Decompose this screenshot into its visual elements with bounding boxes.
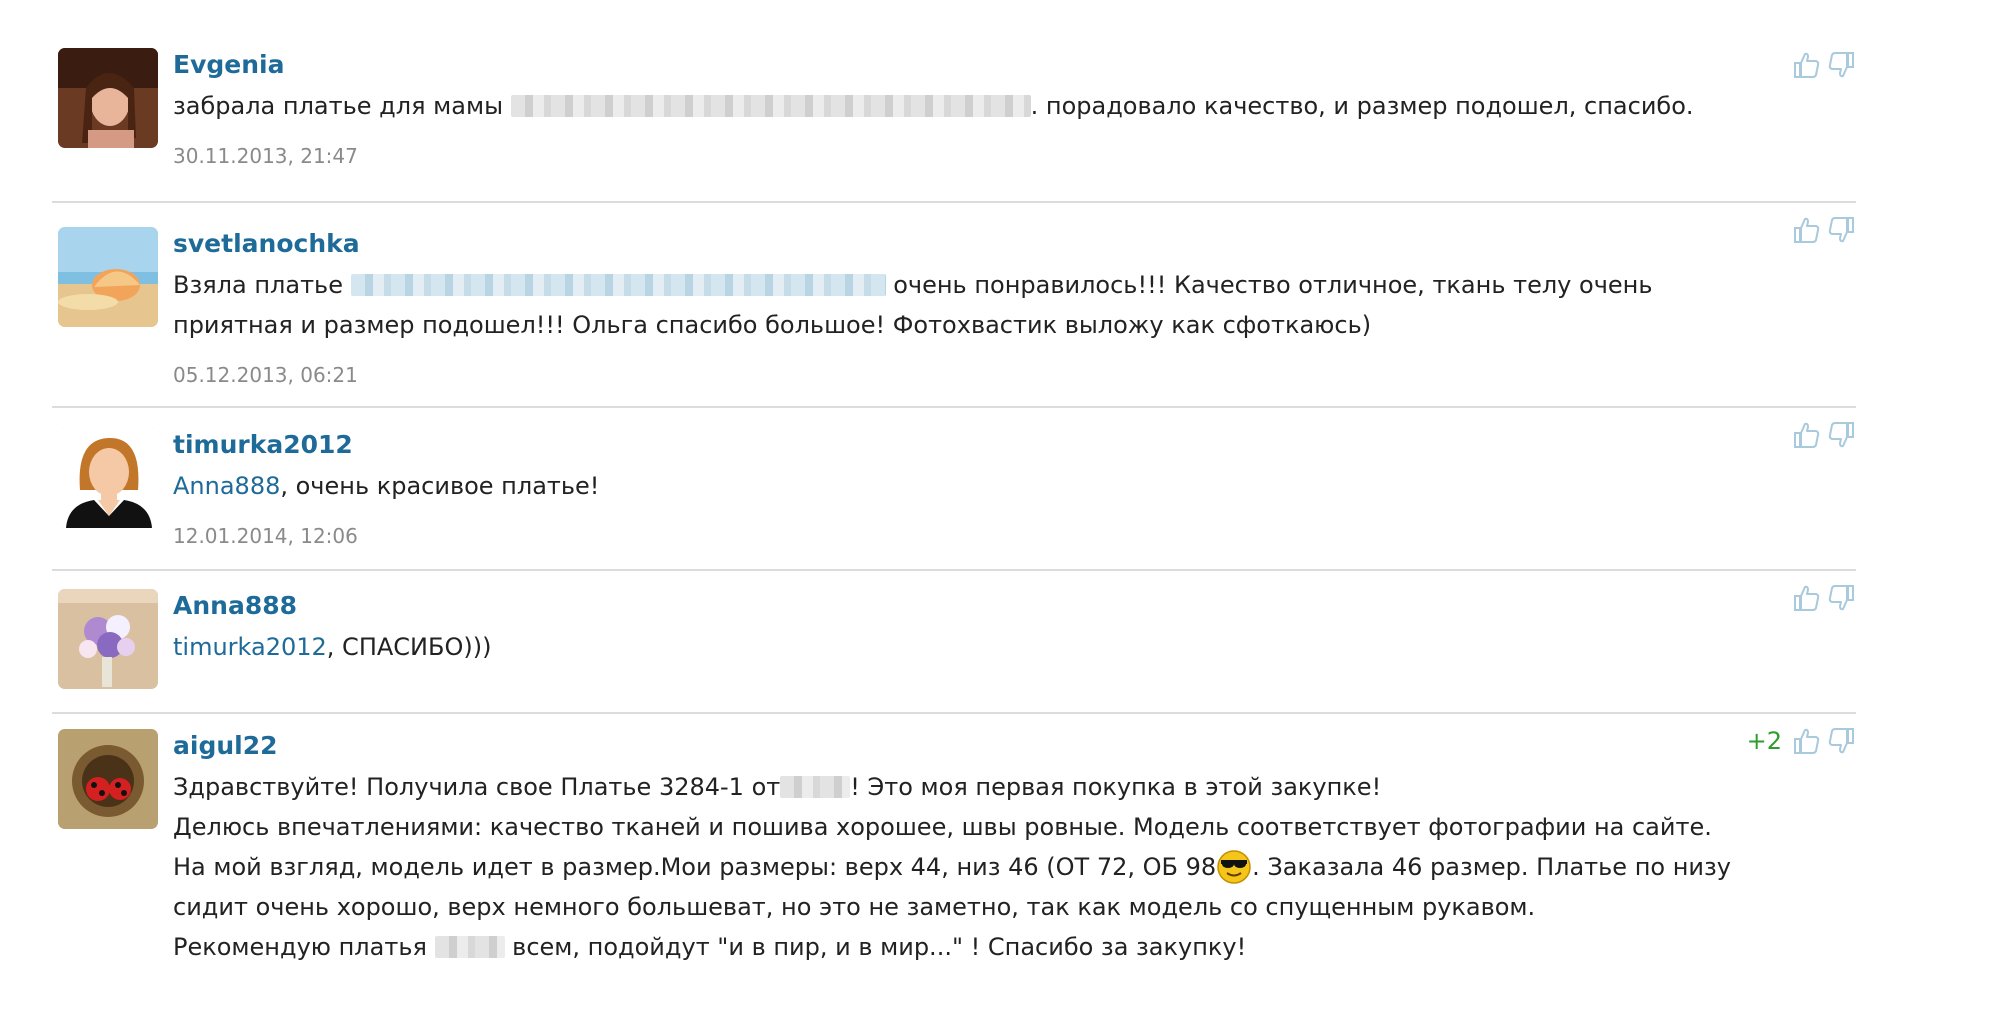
comment-text-fragment: . порадовало качество, и размер подошел,…: [1030, 92, 1694, 120]
vote-controls: [1792, 215, 1856, 245]
comment-text: Здравствуйте! Получила свое Платье 3284-…: [173, 767, 1733, 967]
thumbs-up-icon[interactable]: [1792, 583, 1822, 613]
author-name[interactable]: svetlanochka: [173, 229, 1856, 259]
comment-item: Evgenia забрала платье для мамы . порадов…: [52, 38, 1856, 203]
thumbs-down-icon[interactable]: [1826, 215, 1856, 245]
comment-text-fragment: На мой взгляд, модель идет в размер.Мои …: [173, 853, 1217, 881]
vote-controls: [1792, 420, 1856, 450]
mention-link[interactable]: timurka2012: [173, 633, 327, 661]
avatar[interactable]: [58, 48, 158, 148]
redacted-text: [780, 776, 851, 798]
redacted-text: [350, 274, 886, 296]
redacted-text: [434, 936, 505, 958]
thumbs-up-icon[interactable]: [1792, 215, 1822, 245]
comment-text-fragment: всем, подойдут "и в пир, и в мир..." ! С…: [504, 933, 1247, 961]
comment-date: 05.12.2013, 06:21: [173, 363, 358, 387]
vote-controls: [1792, 583, 1856, 613]
comments-list: Evgenia забрала платье для мамы . порадов…: [52, 38, 1856, 974]
comment-text-fragment: Здравствуйте! Получила свое Платье 3284-…: [173, 773, 781, 801]
vote-controls: [1792, 50, 1856, 80]
thumbs-down-icon[interactable]: [1826, 726, 1856, 756]
thumbs-up-icon[interactable]: [1792, 420, 1822, 450]
thumbs-down-icon[interactable]: [1826, 583, 1856, 613]
comment-text-fragment: забрала платье для мамы: [173, 92, 511, 120]
vote-score: +2: [1746, 727, 1782, 755]
comment-item: timurka2012 Anna888, очень красивое плать…: [52, 408, 1856, 571]
thumbs-down-icon[interactable]: [1826, 420, 1856, 450]
author-name[interactable]: aigul22: [173, 731, 1856, 761]
author-name[interactable]: timurka2012: [173, 430, 1856, 460]
comment-text-fragment: Взяла платье: [173, 271, 351, 299]
comment-item: Anna888 timurka2012, СПАСИБО))): [52, 571, 1856, 714]
comment-text-fragment: Делюсь впечатлениями: качество тканей и …: [173, 813, 1712, 841]
comment-item: svetlanochka Взяла платье очень понравило…: [52, 203, 1856, 408]
avatar[interactable]: [58, 227, 158, 327]
comment-item: aigul22 Здравствуйте! Получила свое Плать…: [52, 714, 1856, 974]
comment-text: Anna888, очень красивое платье!: [173, 466, 1733, 506]
thumbs-up-icon[interactable]: [1792, 50, 1822, 80]
comment-text-fragment: Рекомендую платья: [173, 933, 435, 961]
cool-smiley-icon: [1216, 849, 1252, 885]
avatar[interactable]: [58, 428, 158, 528]
author-name[interactable]: Evgenia: [173, 50, 1856, 80]
mention-link[interactable]: Anna888: [173, 472, 280, 500]
redacted-text: [510, 95, 1031, 117]
comment-text-fragment: ! Это моя первая покупка в этой закупке!: [850, 773, 1382, 801]
comment-text: забрала платье для мамы . порадовало кач…: [173, 86, 1733, 126]
comment-date: 12.01.2014, 12:06: [173, 524, 358, 548]
avatar[interactable]: [58, 589, 158, 689]
thumbs-up-icon[interactable]: [1792, 726, 1822, 756]
author-name[interactable]: Anna888: [173, 591, 1856, 621]
thumbs-down-icon[interactable]: [1826, 50, 1856, 80]
comment-date: 30.11.2013, 21:47: [173, 144, 358, 168]
comment-text: Взяла платье очень понравилось!!! Качест…: [173, 265, 1733, 345]
vote-controls: +2: [1747, 726, 1856, 756]
comment-text: timurka2012, СПАСИБО))): [173, 627, 1733, 667]
comment-text-fragment: , очень красивое платье!: [280, 472, 600, 500]
avatar[interactable]: [58, 729, 158, 829]
comment-text-fragment: , СПАСИБО))): [326, 633, 492, 661]
